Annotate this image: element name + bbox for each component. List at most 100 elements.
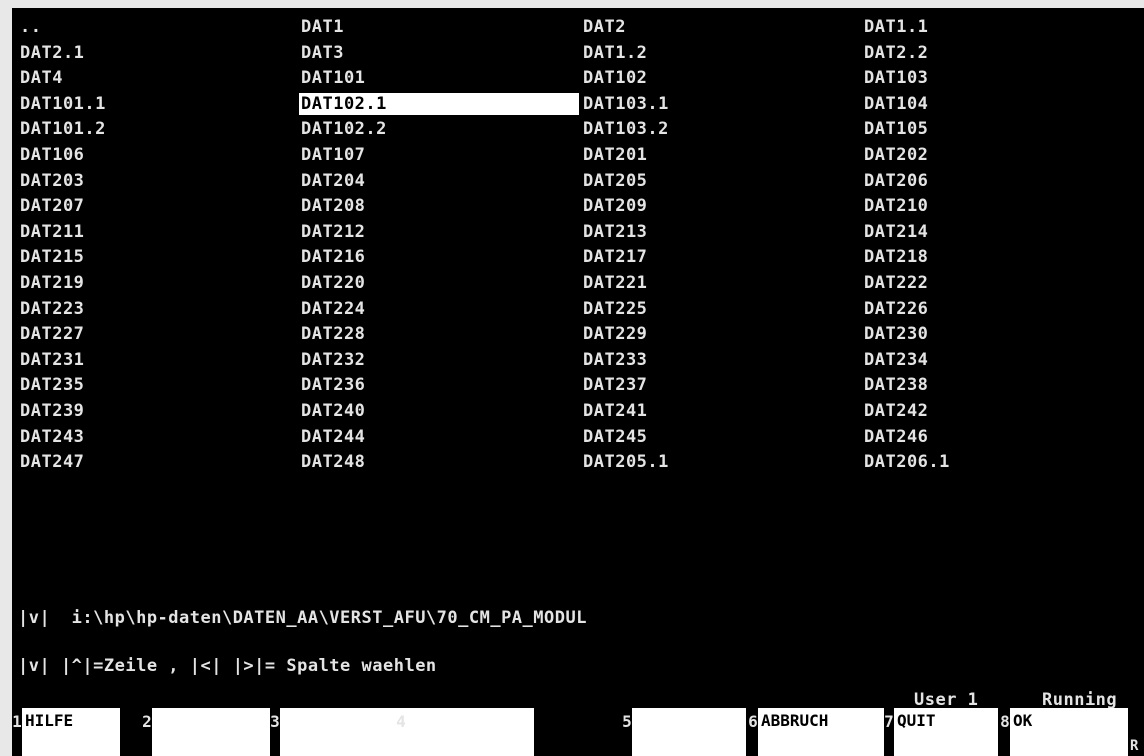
function-key-number: 2 xyxy=(142,712,152,731)
terminal-screen: .. DAT1 DAT2 DAT1.1 DAT2.1 DAT3 DAT1.2 DAT2.2 DA… xyxy=(12,8,1144,756)
file-item[interactable]: DAT237 xyxy=(581,374,647,396)
file-item[interactable]: DAT106 xyxy=(18,144,84,166)
file-item[interactable]: DAT236 xyxy=(299,374,365,396)
file-row: DAT101.1 DAT102.1 DAT103.1 DAT104 xyxy=(18,92,1144,119)
file-item[interactable]: DAT229 xyxy=(581,323,647,345)
file-item[interactable]: DAT222 xyxy=(862,272,928,294)
function-key-label[interactable]: QUIT xyxy=(894,708,998,756)
file-item[interactable]: DAT2.1 xyxy=(18,42,84,64)
function-key-1[interactable]: 1 HILFE xyxy=(12,708,122,756)
file-row: DAT247 DAT248 DAT205.1 DAT206.1 xyxy=(18,451,1144,477)
file-item[interactable]: DAT103.2 xyxy=(581,118,669,140)
file-item[interactable]: DAT211 xyxy=(18,221,84,243)
function-key-8[interactable]: 8 OK xyxy=(1000,708,1130,756)
function-key-label[interactable] xyxy=(280,708,408,756)
function-key-label[interactable]: ABBRUCH xyxy=(758,708,884,756)
file-item[interactable]: DAT201 xyxy=(581,144,647,166)
file-item[interactable]: DAT210 xyxy=(862,195,928,217)
file-item[interactable]: DAT225 xyxy=(581,298,647,320)
file-item[interactable]: DAT212 xyxy=(299,221,365,243)
file-item[interactable]: DAT243 xyxy=(18,426,84,448)
file-item[interactable]: DAT223 xyxy=(18,298,84,320)
file-item[interactable]: DAT230 xyxy=(862,323,928,345)
file-item[interactable]: DAT206 xyxy=(862,170,928,192)
function-key-5[interactable]: 5 xyxy=(622,708,748,756)
file-item[interactable]: DAT235 xyxy=(18,374,84,396)
file-item[interactable]: DAT102 xyxy=(581,67,647,89)
file-item[interactable]: DAT206.1 xyxy=(862,451,950,473)
file-item[interactable]: DAT3 xyxy=(299,42,344,64)
function-key-label[interactable] xyxy=(632,708,746,756)
file-item[interactable]: DAT245 xyxy=(581,426,647,448)
file-item[interactable]: DAT218 xyxy=(862,246,928,268)
file-item[interactable]: DAT217 xyxy=(581,246,647,268)
function-key-label[interactable] xyxy=(152,708,270,756)
file-row: DAT203 DAT204 DAT205 DAT206 xyxy=(18,170,1144,196)
file-item[interactable]: DAT234 xyxy=(862,349,928,371)
file-item[interactable]: DAT202 xyxy=(862,144,928,166)
file-list: .. DAT1 DAT2 DAT1.1 DAT2.1 DAT3 DAT1.2 DAT2.2 DA… xyxy=(18,16,1144,477)
file-item[interactable]: DAT244 xyxy=(299,426,365,448)
file-item[interactable]: DAT1 xyxy=(299,16,344,38)
file-item[interactable]: DAT103.1 xyxy=(581,93,669,115)
file-item[interactable]: DAT240 xyxy=(299,400,365,422)
file-item[interactable]: DAT242 xyxy=(862,400,928,422)
file-item-selected[interactable]: DAT102.1 xyxy=(299,92,579,115)
file-item[interactable]: DAT213 xyxy=(581,221,647,243)
function-key-number: 6 xyxy=(748,712,758,731)
file-item[interactable]: DAT226 xyxy=(862,298,928,320)
file-item[interactable]: DAT203 xyxy=(18,170,84,192)
file-item[interactable]: DAT1.2 xyxy=(581,42,647,64)
file-row: DAT231 DAT232 DAT233 DAT234 xyxy=(18,349,1144,375)
file-item[interactable]: DAT104 xyxy=(862,93,928,115)
function-key-label[interactable]: HILFE xyxy=(22,708,120,756)
file-item[interactable]: DAT221 xyxy=(581,272,647,294)
function-key-number: 1 xyxy=(12,712,22,731)
file-item[interactable]: DAT209 xyxy=(581,195,647,217)
file-item[interactable]: DAT102.2 xyxy=(299,118,387,140)
file-item[interactable]: DAT248 xyxy=(299,451,365,473)
file-item[interactable]: DAT227 xyxy=(18,323,84,345)
file-item[interactable]: DAT205 xyxy=(581,170,647,192)
file-item[interactable]: DAT103 xyxy=(862,67,928,89)
file-item[interactable]: DAT101.2 xyxy=(18,118,106,140)
function-key-6[interactable]: 6 ABBRUCH xyxy=(748,708,886,756)
file-row: .. DAT1 DAT2 DAT1.1 xyxy=(18,16,1144,42)
function-key-4[interactable]: 4 xyxy=(396,708,536,756)
file-item[interactable]: DAT239 xyxy=(18,400,84,422)
file-item[interactable]: DAT232 xyxy=(299,349,365,371)
function-key-2[interactable]: 2 xyxy=(142,708,272,756)
file-item[interactable]: DAT1.1 xyxy=(862,16,928,38)
file-row: DAT106 DAT107 DAT201 DAT202 xyxy=(18,144,1144,170)
function-key-label[interactable] xyxy=(406,708,534,756)
file-item[interactable]: DAT216 xyxy=(299,246,365,268)
file-item[interactable]: DAT238 xyxy=(862,374,928,396)
file-item[interactable]: DAT233 xyxy=(581,349,647,371)
file-item[interactable]: DAT107 xyxy=(299,144,365,166)
function-key-7[interactable]: 7 QUIT xyxy=(884,708,1000,756)
file-item[interactable]: DAT220 xyxy=(299,272,365,294)
file-item[interactable]: DAT2 xyxy=(581,16,626,38)
file-item[interactable]: DAT228 xyxy=(299,323,365,345)
file-item[interactable]: DAT241 xyxy=(581,400,647,422)
file-item[interactable]: DAT219 xyxy=(18,272,84,294)
file-item[interactable]: DAT214 xyxy=(862,221,928,243)
file-item[interactable]: DAT246 xyxy=(862,426,928,448)
file-item[interactable]: DAT247 xyxy=(18,451,84,473)
file-item[interactable]: .. xyxy=(18,16,41,38)
file-item[interactable]: DAT101.1 xyxy=(18,93,106,115)
function-key-label[interactable]: OK xyxy=(1010,708,1128,756)
file-item[interactable]: DAT208 xyxy=(299,195,365,217)
file-item[interactable]: DAT204 xyxy=(299,170,365,192)
file-item[interactable]: DAT224 xyxy=(299,298,365,320)
file-item[interactable]: DAT207 xyxy=(18,195,84,217)
function-key-3[interactable]: 3 xyxy=(270,708,410,756)
file-item[interactable]: DAT231 xyxy=(18,349,84,371)
file-item[interactable]: DAT2.2 xyxy=(862,42,928,64)
file-item[interactable]: DAT4 xyxy=(18,67,63,89)
file-item[interactable]: DAT101 xyxy=(299,67,365,89)
file-item[interactable]: DAT215 xyxy=(18,246,84,268)
function-key-number: 4 xyxy=(396,712,406,731)
file-item[interactable]: DAT105 xyxy=(862,118,928,140)
file-item[interactable]: DAT205.1 xyxy=(581,451,669,473)
